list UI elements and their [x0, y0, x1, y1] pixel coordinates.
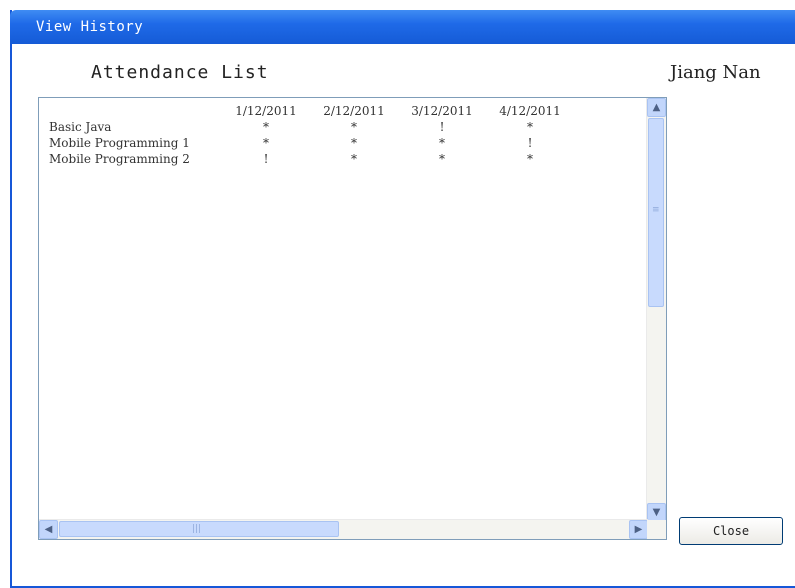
scroll-up-button[interactable]: ▲ — [647, 98, 666, 117]
vertical-scroll-thumb[interactable]: ≡ — [648, 118, 664, 307]
list-item[interactable]: Mobile Programming 1 * * * ! — [47, 136, 647, 152]
window-title: View History — [36, 19, 144, 35]
course-name: Mobile Programming 2 — [49, 152, 190, 166]
user-name: Jiang Nan — [670, 62, 761, 83]
date-header-row: 1/12/2011 2/12/2011 3/12/2011 4/12/2011 — [47, 104, 647, 120]
attendance-mark: ! — [439, 120, 445, 134]
vertical-scrollbar[interactable]: ▲ ≡ ▼ — [646, 98, 666, 522]
attendance-mark: * — [527, 120, 533, 134]
grip-icon: ||| — [192, 524, 202, 534]
title-bar[interactable]: View History — [10, 10, 795, 44]
attendance-list[interactable]: 1/12/2011 2/12/2011 3/12/2011 4/12/2011 … — [38, 97, 667, 540]
close-button[interactable]: Close — [679, 517, 783, 545]
attendance-mark: * — [351, 152, 357, 166]
attendance-mark: * — [527, 152, 533, 166]
attendance-mark: * — [439, 136, 445, 150]
date-header: 4/12/2011 — [499, 104, 561, 118]
attendance-mark: * — [263, 136, 269, 150]
list-item[interactable]: Mobile Programming 2 ! * * * — [47, 152, 647, 168]
scroll-right-button[interactable]: ▶ — [629, 520, 648, 539]
date-header: 2/12/2011 — [323, 104, 385, 118]
scroll-left-button[interactable]: ◀ — [39, 520, 58, 539]
attendance-mark: * — [263, 120, 269, 134]
course-name: Mobile Programming 1 — [49, 136, 190, 150]
page-heading: Attendance List — [91, 62, 269, 83]
attendance-mark: * — [439, 152, 445, 166]
course-name: Basic Java — [49, 120, 112, 134]
attendance-mark: * — [351, 136, 357, 150]
attendance-mark: ! — [263, 152, 269, 166]
date-header: 3/12/2011 — [411, 104, 473, 118]
horizontal-scroll-thumb[interactable]: ||| — [59, 521, 339, 537]
attendance-table: 1/12/2011 2/12/2011 3/12/2011 4/12/2011 … — [47, 104, 647, 168]
attendance-mark: * — [351, 120, 357, 134]
list-item[interactable]: Basic Java * * ! * — [47, 120, 647, 136]
date-header: 1/12/2011 — [235, 104, 297, 118]
horizontal-scrollbar[interactable]: ◀ ||| ▶ — [39, 519, 648, 539]
scroll-corner — [647, 520, 666, 539]
attendance-mark: ! — [527, 136, 533, 150]
grip-icon: ≡ — [652, 205, 660, 215]
